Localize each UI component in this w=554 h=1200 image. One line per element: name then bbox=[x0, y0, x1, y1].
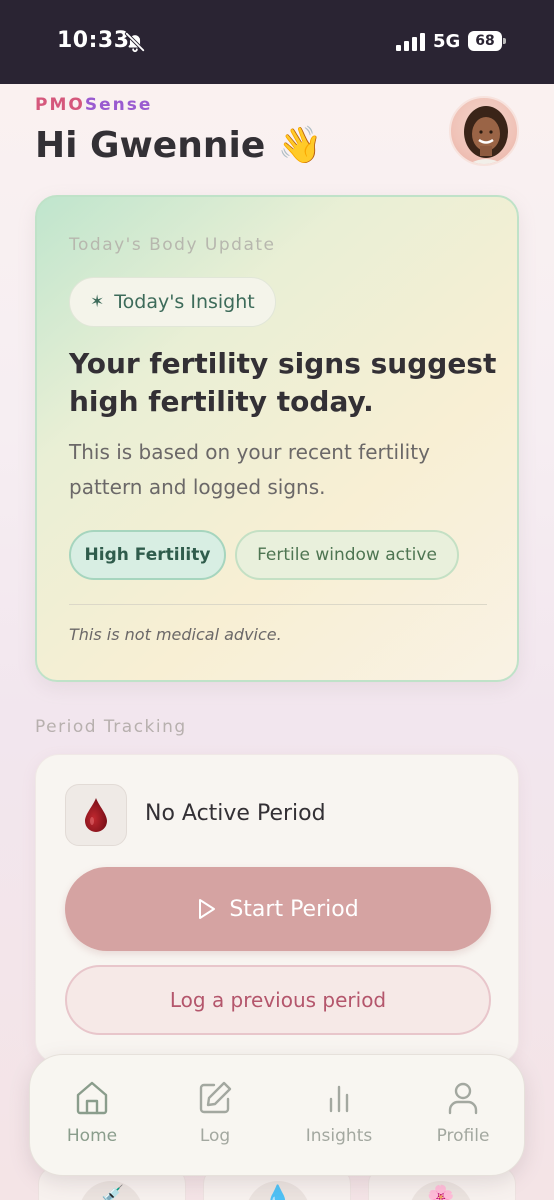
tab-label: Insights bbox=[305, 1126, 373, 1146]
battery-level: 68 bbox=[468, 31, 502, 51]
disclaimer: This is not medical advice. bbox=[69, 625, 282, 644]
period-card: No Active Period Start Period Log a prev… bbox=[35, 754, 519, 1064]
start-period-label: Start Period bbox=[229, 896, 359, 922]
tab-insights[interactable]: Insights bbox=[284, 1079, 394, 1159]
insight-title: Your fertility signs suggest high fertil… bbox=[69, 347, 497, 418]
tag-high-fertility: High Fertility bbox=[69, 530, 226, 580]
brand-part-1: PMO bbox=[35, 95, 85, 115]
edit-icon bbox=[199, 1081, 232, 1114]
status-time: 10:33 bbox=[57, 28, 130, 53]
start-period-button[interactable]: Start Period bbox=[65, 867, 491, 951]
insight-pill-label: Today's Insight bbox=[114, 291, 255, 313]
tab-label: Profile bbox=[436, 1126, 490, 1146]
droplet-icon: 💧 bbox=[246, 1181, 310, 1200]
divider bbox=[69, 604, 487, 605]
sparkle-icon: ✶ bbox=[90, 292, 105, 312]
blood-drop-tile bbox=[65, 784, 127, 846]
insight-body: This is based on your recent fertility p… bbox=[69, 440, 430, 499]
syringe-icon: 💉 bbox=[79, 1181, 143, 1200]
brand-part-2: Sense bbox=[84, 95, 153, 115]
tab-profile[interactable]: Profile bbox=[408, 1079, 518, 1159]
card-eyebrow: Today's Body Update bbox=[69, 235, 276, 255]
blood-drop-icon bbox=[85, 798, 107, 832]
insight-pill: ✶ Today's Insight bbox=[69, 277, 276, 327]
tab-label: Home bbox=[66, 1126, 118, 1146]
greeting-title: Hi Gwennie 👋 bbox=[35, 125, 323, 166]
network-label: 5G bbox=[433, 31, 461, 52]
section-title-period-tracking: Period Tracking bbox=[35, 717, 187, 737]
bar-chart-icon bbox=[329, 1085, 349, 1113]
tab-log[interactable]: Log bbox=[160, 1079, 270, 1159]
avatar-portrait bbox=[464, 106, 508, 164]
brand-logo: PMOSense bbox=[35, 95, 152, 115]
signal-icon bbox=[396, 33, 425, 51]
avatar[interactable] bbox=[449, 96, 519, 166]
insight-card: Today's Body Update ✶ Today's Insight Yo… bbox=[35, 195, 519, 682]
battery-icon: 68 bbox=[468, 31, 506, 51]
flower-icon: 🌸 bbox=[409, 1181, 473, 1200]
home-icon bbox=[76, 1081, 108, 1115]
play-icon bbox=[199, 899, 216, 919]
tab-label: Log bbox=[199, 1126, 231, 1146]
user-icon bbox=[448, 1082, 478, 1115]
period-status: No Active Period bbox=[145, 801, 326, 826]
bell-off-icon bbox=[124, 31, 146, 53]
tag-fertile-window: Fertile window active bbox=[235, 530, 459, 580]
tab-bar: Home Log Insights Profile bbox=[29, 1054, 525, 1176]
log-previous-period-button[interactable]: Log a previous period bbox=[65, 965, 491, 1035]
tab-home[interactable]: Home bbox=[37, 1079, 147, 1159]
status-bar: 10:33 5G 68 bbox=[0, 0, 554, 84]
